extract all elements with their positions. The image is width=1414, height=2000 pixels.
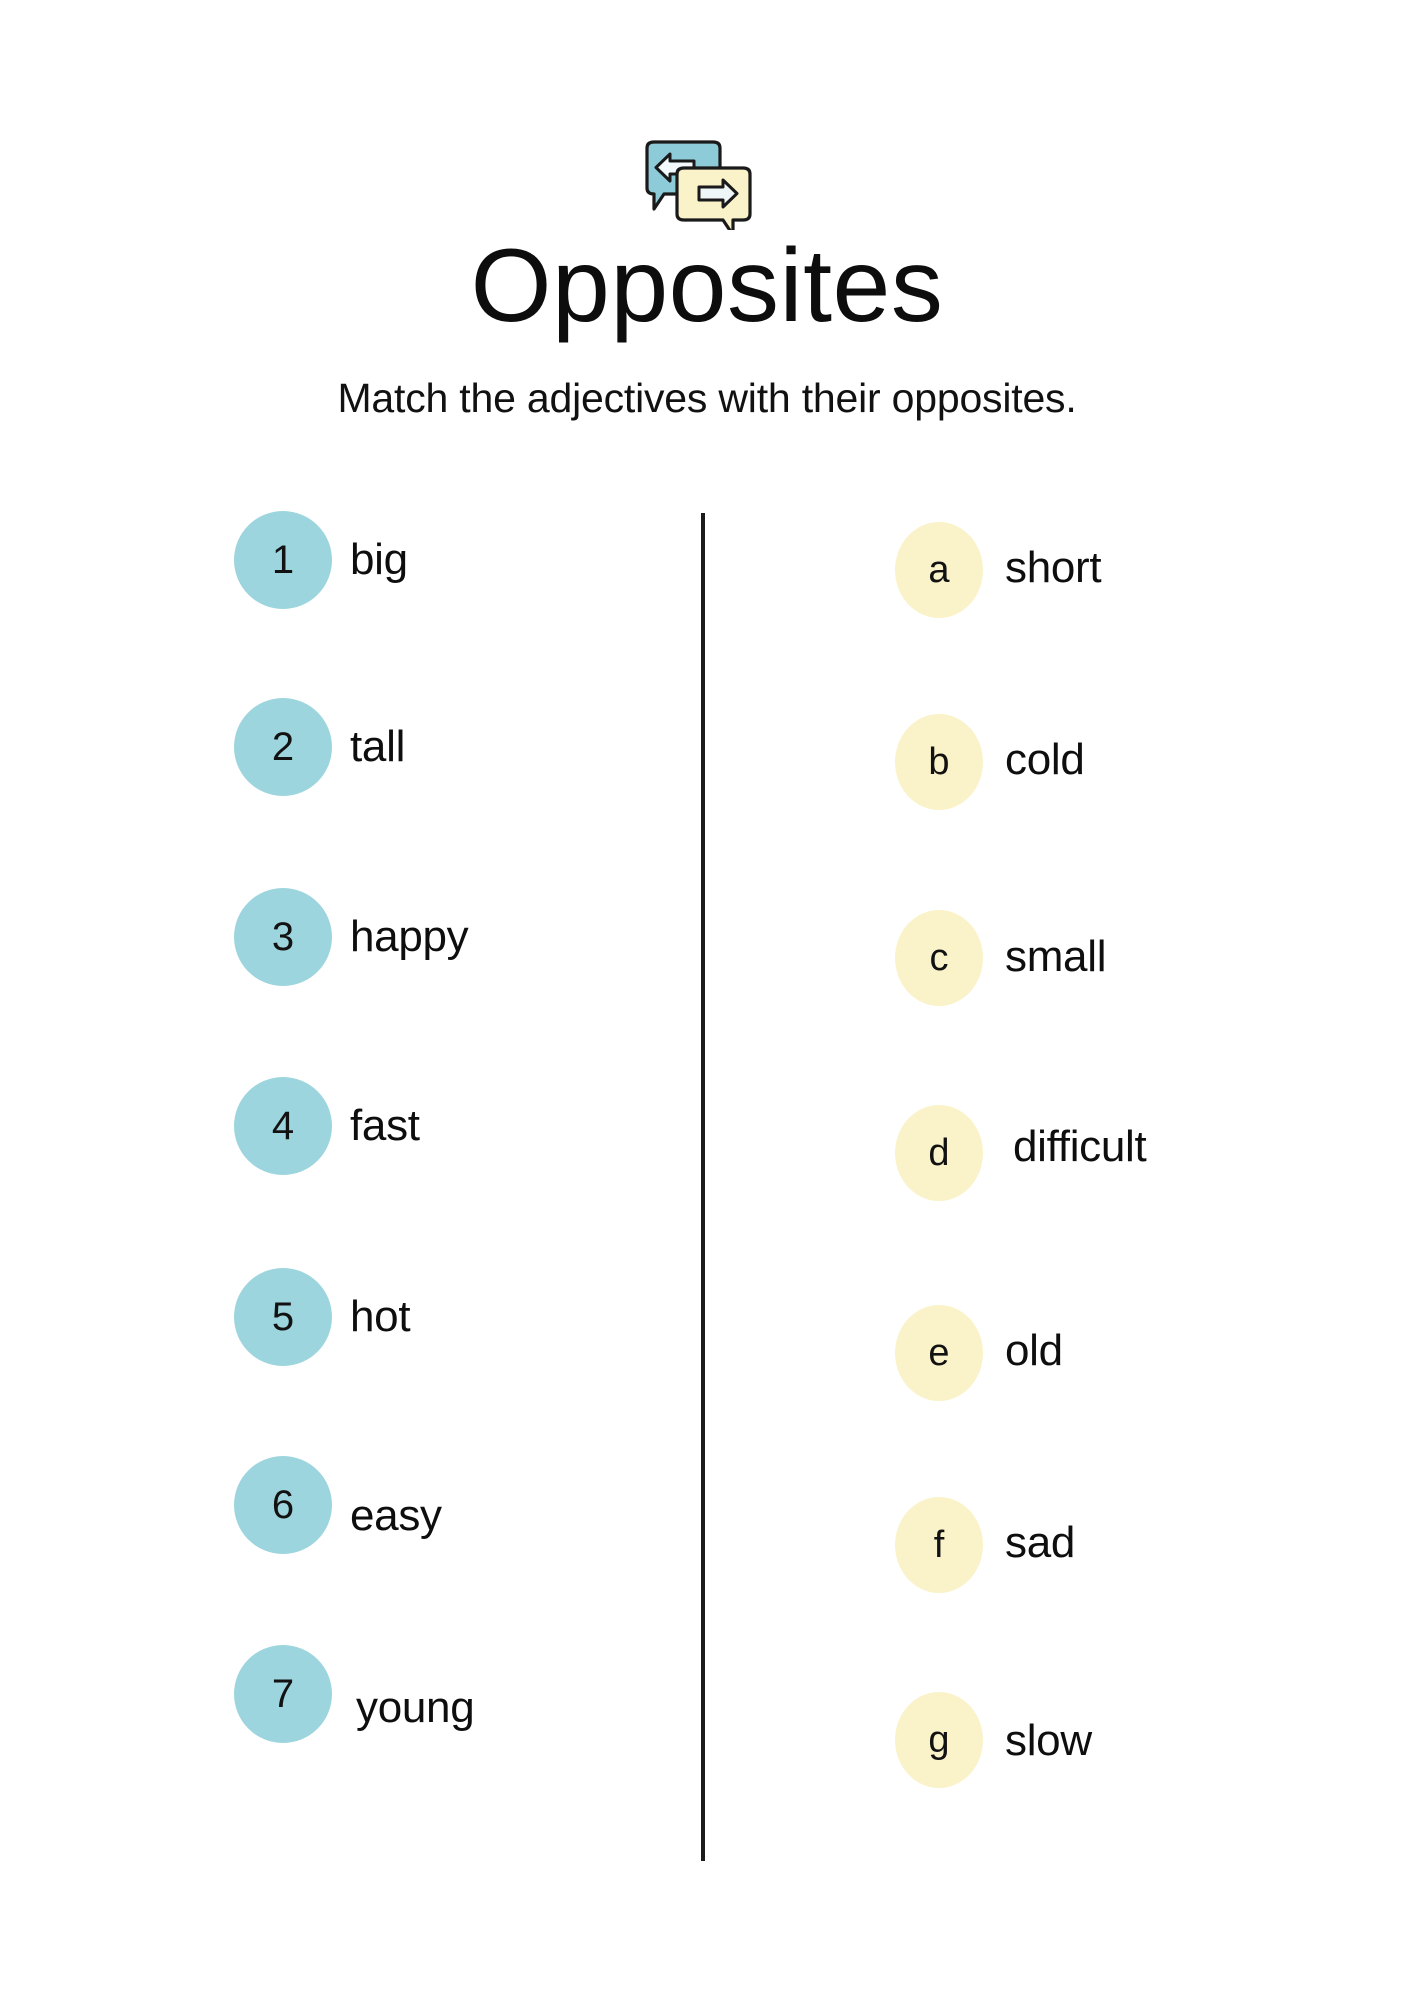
list-item[interactable]: 2 tall: [234, 698, 405, 796]
page-subtitle-instructions: Match the adjectives with their opposite…: [337, 375, 1077, 421]
item-label: young: [356, 1683, 475, 1732]
list-item[interactable]: 3 happy: [234, 888, 469, 986]
list-item[interactable]: f sad: [895, 1497, 1075, 1593]
item-label: fast: [350, 1101, 420, 1150]
item-label: tall: [350, 722, 406, 771]
list-item[interactable]: 6 easy: [234, 1456, 442, 1554]
item-marker-badge[interactable]: c: [895, 910, 983, 1006]
worksheet-page: Opposites Match the adjectives with thei…: [0, 0, 1414, 2000]
item-marker-badge[interactable]: 6: [234, 1456, 332, 1554]
list-item[interactable]: 5 hot: [234, 1268, 411, 1366]
item-label: easy: [350, 1491, 442, 1540]
item-marker-badge[interactable]: f: [895, 1497, 983, 1593]
item-marker-badge[interactable]: g: [895, 1692, 983, 1788]
item-marker-badge[interactable]: 2: [234, 698, 332, 796]
two-speech-bubbles-swap-icon: [637, 140, 757, 237]
list-item[interactable]: a short: [895, 522, 1102, 618]
item-label: short: [1005, 543, 1102, 592]
item-label: big: [350, 535, 408, 584]
item-marker-badge[interactable]: 7: [234, 1645, 332, 1743]
item-label: old: [1005, 1326, 1063, 1375]
item-marker-badge[interactable]: a: [895, 522, 983, 618]
list-item[interactable]: d difficult: [895, 1105, 1147, 1201]
item-marker-badge[interactable]: d: [895, 1105, 983, 1201]
list-item[interactable]: g slow: [895, 1692, 1092, 1788]
column-divider: [701, 513, 705, 1861]
list-item[interactable]: 1 big: [234, 511, 408, 609]
item-label: hot: [350, 1292, 411, 1341]
item-marker-badge[interactable]: 1: [234, 511, 332, 609]
page-title: Opposites: [470, 228, 944, 344]
item-marker-badge[interactable]: e: [895, 1305, 983, 1401]
list-item[interactable]: e old: [895, 1305, 1063, 1401]
list-item[interactable]: 7 young: [234, 1645, 475, 1743]
item-label: slow: [1005, 1716, 1092, 1765]
item-label: difficult: [1013, 1122, 1147, 1171]
item-label: small: [1005, 932, 1107, 981]
list-item[interactable]: 4 fast: [234, 1077, 420, 1175]
item-marker-badge[interactable]: 5: [234, 1268, 332, 1366]
item-label: happy: [350, 912, 469, 961]
item-marker-badge[interactable]: 3: [234, 888, 332, 986]
list-item[interactable]: c small: [895, 910, 1106, 1006]
item-marker-badge[interactable]: b: [895, 714, 983, 810]
item-label: sad: [1005, 1518, 1076, 1567]
item-label: cold: [1005, 735, 1085, 784]
item-marker-badge[interactable]: 4: [234, 1077, 332, 1175]
list-item[interactable]: b cold: [895, 714, 1085, 810]
